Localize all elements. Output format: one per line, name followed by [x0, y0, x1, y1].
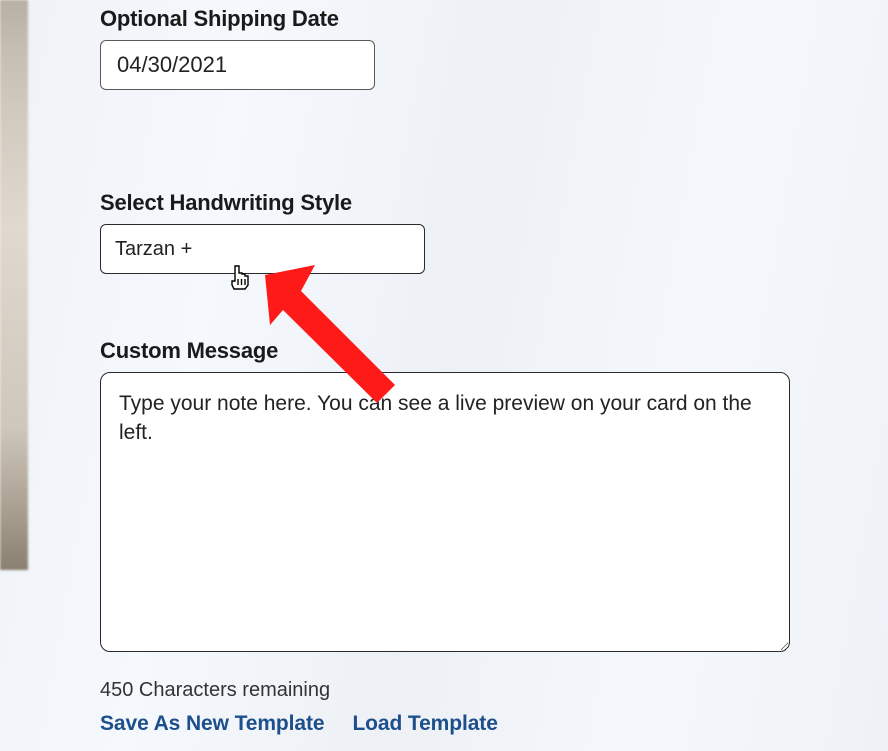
shipping-date-input[interactable]	[100, 40, 375, 90]
characters-remaining: 450 Characters remaining	[100, 679, 790, 702]
load-template-link[interactable]: Load Template	[352, 712, 497, 736]
save-template-link[interactable]: Save As New Template	[100, 712, 324, 736]
shipping-date-label: Optional Shipping Date	[100, 6, 790, 32]
template-link-row: Save As New Template Load Template	[100, 712, 790, 736]
handwriting-style-select[interactable]: Tarzan +	[100, 224, 425, 274]
card-customization-form: Optional Shipping Date Select Handwritin…	[100, 6, 790, 736]
custom-message-label: Custom Message	[100, 338, 790, 364]
product-preview-edge	[0, 0, 28, 570]
custom-message-textarea[interactable]	[100, 372, 790, 652]
handwriting-style-label: Select Handwriting Style	[100, 190, 790, 216]
shipping-date-group: Optional Shipping Date	[100, 6, 790, 90]
handwriting-style-group: Select Handwriting Style Tarzan +	[100, 190, 790, 274]
custom-message-group: Custom Message 450 Characters remaining …	[100, 338, 790, 736]
